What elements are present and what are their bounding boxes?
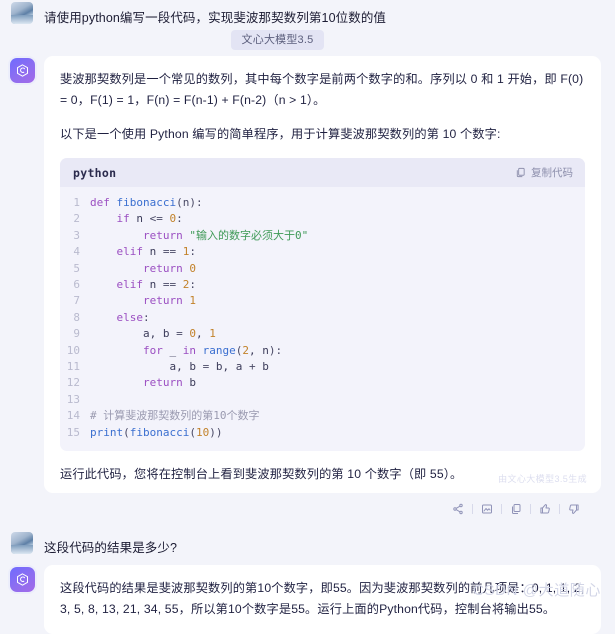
code-line: 8 else: — [60, 310, 585, 326]
copy-code-label: 复制代码 — [531, 167, 573, 179]
answer-paragraph-3: 运行此代码，您将在控制台上看到斐波那契数列的第 10 个数字（即 55）。 — [60, 467, 463, 482]
line-number: 7 — [73, 294, 80, 308]
code-body[interactable]: 1 def fibonacci(n): 2 if n <= 0: 3 return… — [60, 187, 585, 451]
user-avatar-wrap-2 — [0, 530, 44, 555]
code-line: 7 return 1 — [60, 293, 585, 309]
action-divider — [501, 504, 502, 515]
user-avatar-wrap-1 — [0, 0, 44, 24]
bot-avatar-wrap-1 — [0, 56, 44, 83]
user-question-text-1: 请使用python编写一段代码，实现斐波那契数列第10位数的值 — [44, 11, 387, 25]
assistant-message-1: 斐波那契数列是一个常见的数列，其中每个数字是前两个数字的和。序列以 0 和 1 … — [0, 56, 615, 494]
avatar — [11, 2, 33, 24]
line-number: 14 — [66, 409, 80, 423]
assistant-bubble-2: 这段代码的结果是斐波那契数列的第10个数字，即55。因为斐波那契数列的前几项是：… — [44, 565, 601, 634]
line-number: 10 — [66, 343, 80, 357]
avatar — [11, 532, 33, 555]
action-divider — [559, 504, 560, 515]
code-line: 9 a, b = 0, 1 — [60, 326, 585, 342]
assistant-bubble-1: 斐波那契数列是一个常见的数列，其中每个数字是前两个数字的和。序列以 0 和 1 … — [44, 56, 601, 494]
code-line: 12 return b — [60, 375, 585, 391]
line-number: 4 — [73, 245, 80, 259]
action-divider — [530, 504, 531, 515]
answer-paragraph-1: 斐波那契数列是一个常见的数列，其中每个数字是前两个数字的和。序列以 0 和 1 … — [60, 72, 584, 107]
line-number: 2 — [73, 212, 80, 226]
user-question-text-2: 这段代码的结果是多少? — [44, 541, 178, 556]
copy-icon[interactable] — [505, 500, 527, 518]
code-line: 11 a, b = b, a + b — [60, 359, 585, 375]
answer-2-paragraph-1: 这段代码的结果是斐波那契数列的第10个数字，即55。因为斐波那契数列的前几项是：… — [60, 581, 585, 617]
line-number: 12 — [66, 376, 80, 390]
thumbs-down-icon[interactable] — [563, 500, 585, 518]
code-line: 13 — [60, 392, 585, 408]
line-number: 15 — [66, 425, 80, 439]
message-actions-bar — [0, 493, 601, 518]
code-line: 10 for _ in range(2, n): — [60, 343, 585, 359]
line-number: 13 — [66, 392, 80, 406]
copy-code-button[interactable]: 复制代码 — [515, 165, 573, 180]
line-number: 8 — [73, 310, 80, 324]
user-message-1: 请使用python编写一段代码，实现斐波那契数列第10位数的值 — [0, 0, 615, 27]
share-icon[interactable] — [447, 500, 469, 518]
code-line: 3 return "输入的数字必须大于0" — [60, 228, 585, 244]
code-line: 2 if n <= 0: — [60, 211, 585, 227]
code-line: 1 def fibonacci(n): — [60, 195, 585, 211]
code-line: 14 # 计算斐波那契数列的第10个数字 — [60, 408, 585, 424]
model-badge-wrap: 文心大模型3.5 — [0, 30, 615, 50]
code-language-label: python — [73, 165, 117, 180]
line-number: 5 — [73, 261, 80, 275]
assistant-avatar-icon — [9, 58, 35, 83]
line-number: 3 — [73, 228, 80, 242]
answer-paragraph-2: 以下是一个使用 Python 编写的简单程序，用于计算斐波那契数列的第 10 个… — [60, 127, 501, 141]
code-line: 15 print(fibonacci(10)) — [60, 425, 585, 441]
assistant-avatar-icon — [9, 567, 35, 593]
line-number: 6 — [73, 278, 80, 292]
code-line: 5 return 0 — [60, 261, 585, 277]
line-number: 1 — [73, 196, 80, 209]
model-badge: 文心大模型3.5 — [230, 30, 325, 50]
thumbs-up-icon[interactable] — [534, 500, 556, 518]
line-number: 9 — [73, 327, 80, 341]
code-line: 6 elif n == 2: — [60, 277, 585, 293]
copy-icon — [515, 167, 526, 178]
code-block-header: python 复制代码 — [60, 158, 585, 187]
line-number: 11 — [66, 360, 80, 374]
bot-avatar-wrap-2 — [0, 565, 44, 593]
code-line: 4 elif n == 1: — [60, 244, 585, 260]
assistant-message-2: 这段代码的结果是斐波那契数列的第10个数字，即55。因为斐波那契数列的前几项是：… — [0, 565, 615, 634]
user-message-2: 这段代码的结果是多少? — [0, 530, 615, 557]
code-block: python 复制代码 1 def fibonacci(n): 2 if n <=… — [60, 158, 585, 452]
poster-icon[interactable] — [476, 500, 498, 518]
action-divider — [472, 504, 473, 515]
